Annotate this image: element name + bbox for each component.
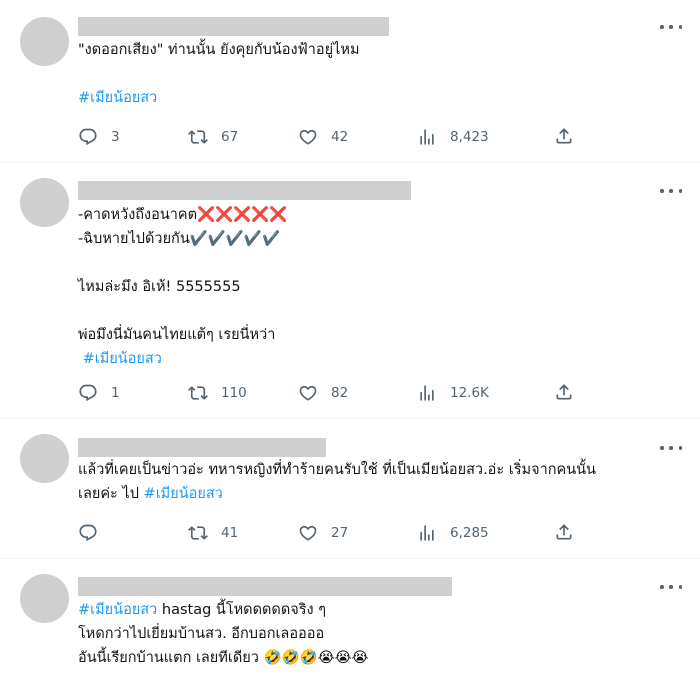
tweet-text-line: โหดกว่าไปเยี่ยมบ้านสว. อีกบอกเลออออ xyxy=(78,622,368,646)
views-count: 6,285 xyxy=(450,525,489,541)
tweet-actions: 1 110 82 12.6K xyxy=(78,382,588,404)
avatar[interactable] xyxy=(20,574,69,623)
text-segment: -ฉิบหายไปด้วยกัน✔️✔️✔️✔️✔️ xyxy=(78,231,281,247)
more-dots-icon[interactable] xyxy=(660,441,682,455)
reply-button[interactable]: 1 xyxy=(78,382,120,404)
avatar[interactable] xyxy=(20,17,69,66)
share-icon xyxy=(554,382,574,402)
heart-icon xyxy=(298,523,331,543)
share-button[interactable] xyxy=(554,522,574,542)
tweet-text: -คาดหวังถึงอนาคต❌❌❌❌❌ -ฉิบหายไปด้วยกัน✔️✔… xyxy=(78,203,287,371)
tweet-text-line: -คาดหวังถึงอนาคต❌❌❌❌❌ xyxy=(78,203,287,227)
retweet-button[interactable]: 67 xyxy=(188,126,238,148)
views-icon xyxy=(417,383,450,403)
avatar[interactable] xyxy=(20,434,69,483)
redacted-username xyxy=(78,181,411,200)
text-segment: อันนี้เรียกบ้านแตก เลยทีเดียว 🤣🤣🤣😭😭😭 xyxy=(78,650,369,666)
reply-icon xyxy=(78,383,111,403)
tweet-separator xyxy=(0,418,700,419)
text-segment: ไหมล่ะมึง อิเห้! 5555555 xyxy=(78,279,241,295)
replies-count: 1 xyxy=(111,385,120,401)
views-count: 8,423 xyxy=(450,129,489,145)
more-dots-icon[interactable] xyxy=(660,580,682,594)
redacted-username xyxy=(78,17,389,36)
tweet-separator xyxy=(0,162,700,163)
tweet-text-line: "งดออกเสียง" ท่านนั้น ยังคุยกับน้องฟ้าอย… xyxy=(78,38,360,62)
views-button[interactable]: 8,423 xyxy=(417,126,489,148)
likes-count: 82 xyxy=(331,385,349,401)
heart-icon xyxy=(298,127,331,147)
likes-count: 42 xyxy=(331,129,349,145)
retweets-count: 110 xyxy=(221,385,247,401)
tweet-text-line: #เมียน้อยสว hastag นี้โหดดดดดจริง ๆ xyxy=(78,598,368,622)
views-button[interactable]: 6,285 xyxy=(417,522,489,544)
views-icon xyxy=(417,127,450,147)
text-segment: เลยค่ะ ไป xyxy=(78,486,144,502)
tweet-text-line: -ฉิบหายไปด้วยกัน✔️✔️✔️✔️✔️ xyxy=(78,227,287,251)
reply-icon xyxy=(78,523,111,543)
retweets-count: 41 xyxy=(221,525,239,541)
text-segment: พ่อมึงนี่มันคนไทยแต้ๆ เรยนี่หว่า xyxy=(78,327,276,343)
share-button[interactable] xyxy=(554,382,574,402)
tweet-text-line: เลยค่ะ ไป #เมียน้อยสว xyxy=(78,482,596,506)
tweet-text: แล้วที่เคยเป็นข่าวอ่ะ ทหารหญิงที่ทำร้ายค… xyxy=(78,458,596,506)
like-button[interactable]: 27 xyxy=(298,522,348,544)
tweet-text-line: พ่อมึงนี่มันคนไทยแต้ๆ เรยนี่หว่า xyxy=(78,323,287,347)
share-icon xyxy=(554,522,574,542)
tweet-actions: 3 67 42 8,423 xyxy=(78,126,588,148)
like-button[interactable]: 82 xyxy=(298,382,348,404)
hashtag-link[interactable]: #เมียน้อยสว xyxy=(78,602,157,618)
redacted-username xyxy=(78,577,452,596)
tweet-text-line: แล้วที่เคยเป็นข่าวอ่ะ ทหารหญิงที่ทำร้ายค… xyxy=(78,458,596,482)
retweet-icon xyxy=(188,383,221,403)
tweet-text: "งดออกเสียง" ท่านนั้น ยังคุยกับน้องฟ้าอย… xyxy=(78,38,360,110)
views-count: 12.6K xyxy=(450,385,489,401)
retweets-count: 67 xyxy=(221,129,239,145)
avatar[interactable] xyxy=(20,178,69,227)
like-button[interactable]: 42 xyxy=(298,126,348,148)
heart-icon xyxy=(298,383,331,403)
retweet-icon xyxy=(188,523,221,543)
tweet-separator xyxy=(0,558,700,559)
text-segment: -คาดหวังถึงอนาคต❌❌❌❌❌ xyxy=(78,207,288,223)
retweet-icon xyxy=(188,127,221,147)
replies-count: 3 xyxy=(111,129,120,145)
views-button[interactable]: 12.6K xyxy=(417,382,489,404)
text-segment: โหดกว่าไปเยี่ยมบ้านสว. อีกบอกเลออออ xyxy=(78,626,325,642)
text-segment: "งดออกเสียง" ท่านนั้น ยังคุยกับน้องฟ้าอย… xyxy=(78,42,360,58)
hashtag-link[interactable]: #เมียน้อยสว xyxy=(78,351,162,367)
reply-button[interactable] xyxy=(78,522,111,544)
tweet-text: #เมียน้อยสว hastag นี้โหดดดดดจริง ๆโหดกว… xyxy=(78,598,368,670)
tweet-text-line: #เมียน้อยสว xyxy=(78,347,287,371)
tweet-text-line: #เมียน้อยสว xyxy=(78,86,360,110)
retweet-button[interactable]: 41 xyxy=(188,522,238,544)
hashtag-link[interactable]: #เมียน้อยสว xyxy=(78,90,157,106)
text-segment: hastag นี้โหดดดดดจริง ๆ xyxy=(157,602,327,618)
tweet-text-line: อันนี้เรียกบ้านแตก เลยทีเดียว 🤣🤣🤣😭😭😭 xyxy=(78,646,368,670)
reply-icon xyxy=(78,127,111,147)
more-dots-icon[interactable] xyxy=(660,184,682,198)
views-icon xyxy=(417,523,450,543)
likes-count: 27 xyxy=(331,525,349,541)
share-button[interactable] xyxy=(554,126,574,146)
tweet-text-line: ไหมล่ะมึง อิเห้! 5555555 xyxy=(78,275,287,299)
share-icon xyxy=(554,126,574,146)
retweet-button[interactable]: 110 xyxy=(188,382,247,404)
hashtag-link[interactable]: #เมียน้อยสว xyxy=(144,486,223,502)
tweet-actions: 41 27 6,285 xyxy=(78,522,588,544)
redacted-username xyxy=(78,438,326,457)
text-segment: แล้วที่เคยเป็นข่าวอ่ะ ทหารหญิงที่ทำร้ายค… xyxy=(78,462,596,478)
reply-button[interactable]: 3 xyxy=(78,126,120,148)
more-dots-icon[interactable] xyxy=(660,20,682,34)
